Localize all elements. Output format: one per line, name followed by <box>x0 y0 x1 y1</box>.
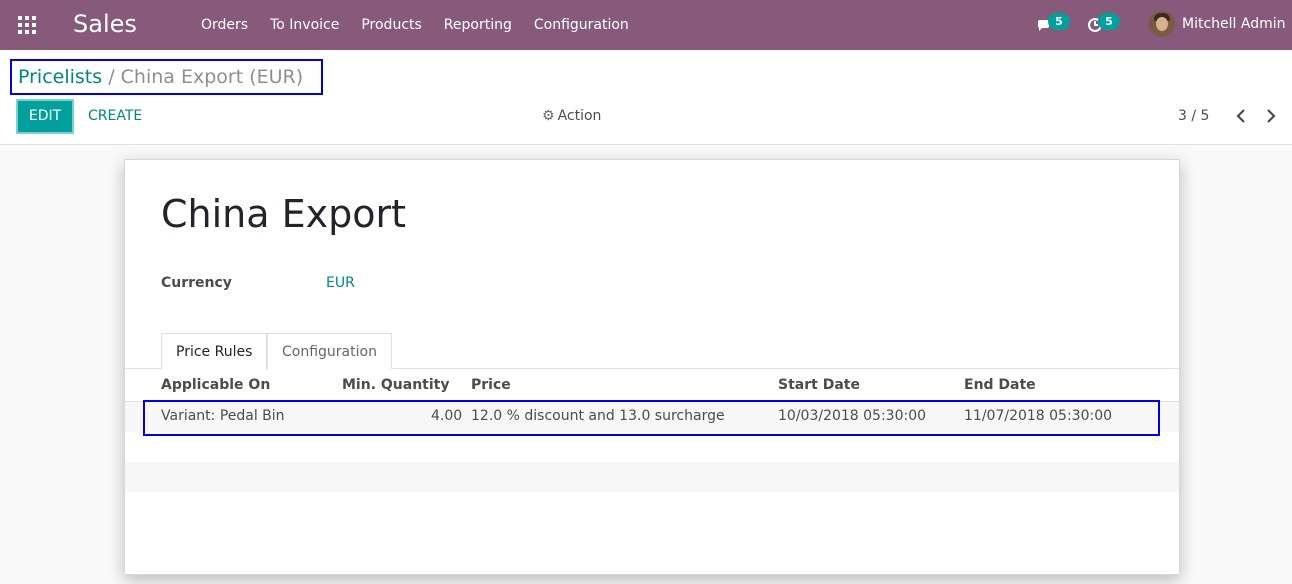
user-avatar[interactable] <box>1149 11 1175 37</box>
notebook-tabs: Price Rules Configuration <box>125 333 1179 370</box>
tab-configuration[interactable]: Configuration <box>267 333 392 369</box>
column-min-quantity[interactable]: Min. Quantity <box>342 377 449 393</box>
menu-orders[interactable]: Orders <box>190 0 259 50</box>
apps-grid-icon[interactable] <box>17 15 37 35</box>
messages-badge: 5 <box>1048 13 1070 30</box>
pager-value[interactable]: 3 / 5 <box>1178 108 1209 124</box>
column-applicable-on[interactable]: Applicable On <box>161 377 270 393</box>
column-start-date[interactable]: Start Date <box>778 377 860 393</box>
breadcrumb-current: China Export (EUR) <box>120 66 304 88</box>
currency-value[interactable]: EUR <box>326 275 355 291</box>
chevron-right-icon[interactable] <box>1264 108 1278 124</box>
tab-price-rules[interactable]: Price Rules <box>161 333 268 370</box>
currency-label: Currency <box>161 275 232 291</box>
menu-reporting[interactable]: Reporting <box>433 0 523 50</box>
chevron-left-icon[interactable] <box>1234 108 1248 124</box>
empty-row <box>125 462 1179 492</box>
top-navbar: Sales Orders To Invoice Products Reporti… <box>0 0 1292 50</box>
column-end-date[interactable]: End Date <box>964 377 1036 393</box>
breadcrumb-separator: / <box>108 66 115 88</box>
action-menu[interactable]: ⚙ Action <box>542 108 601 124</box>
table-header: Applicable On Min. Quantity Price Start … <box>125 369 1179 402</box>
user-menu[interactable]: Mitchell Admin <box>1182 16 1286 32</box>
column-price[interactable]: Price <box>471 377 511 393</box>
form-sheet: China Export Currency EUR Price Rules Co… <box>124 159 1180 575</box>
menu-products[interactable]: Products <box>350 0 432 50</box>
main-menu: Orders To Invoice Products Reporting Con… <box>190 0 640 50</box>
gear-icon: ⚙ <box>542 108 555 124</box>
breadcrumb: Pricelists / China Export (EUR) <box>10 59 323 95</box>
breadcrumb-pricelists[interactable]: Pricelists <box>18 66 102 88</box>
activities-badge: 5 <box>1098 13 1120 30</box>
record-title: China Export <box>161 192 407 236</box>
create-button[interactable]: CREATE <box>88 108 142 124</box>
action-label: Action <box>557 108 602 124</box>
menu-to-invoice[interactable]: To Invoice <box>259 0 350 50</box>
row-highlight-box <box>143 400 1160 436</box>
edit-button[interactable]: EDIT <box>16 99 74 134</box>
control-panel: Pricelists / China Export (EUR) EDIT CRE… <box>0 50 1292 145</box>
app-name[interactable]: Sales <box>73 10 137 38</box>
menu-configuration[interactable]: Configuration <box>523 0 640 50</box>
